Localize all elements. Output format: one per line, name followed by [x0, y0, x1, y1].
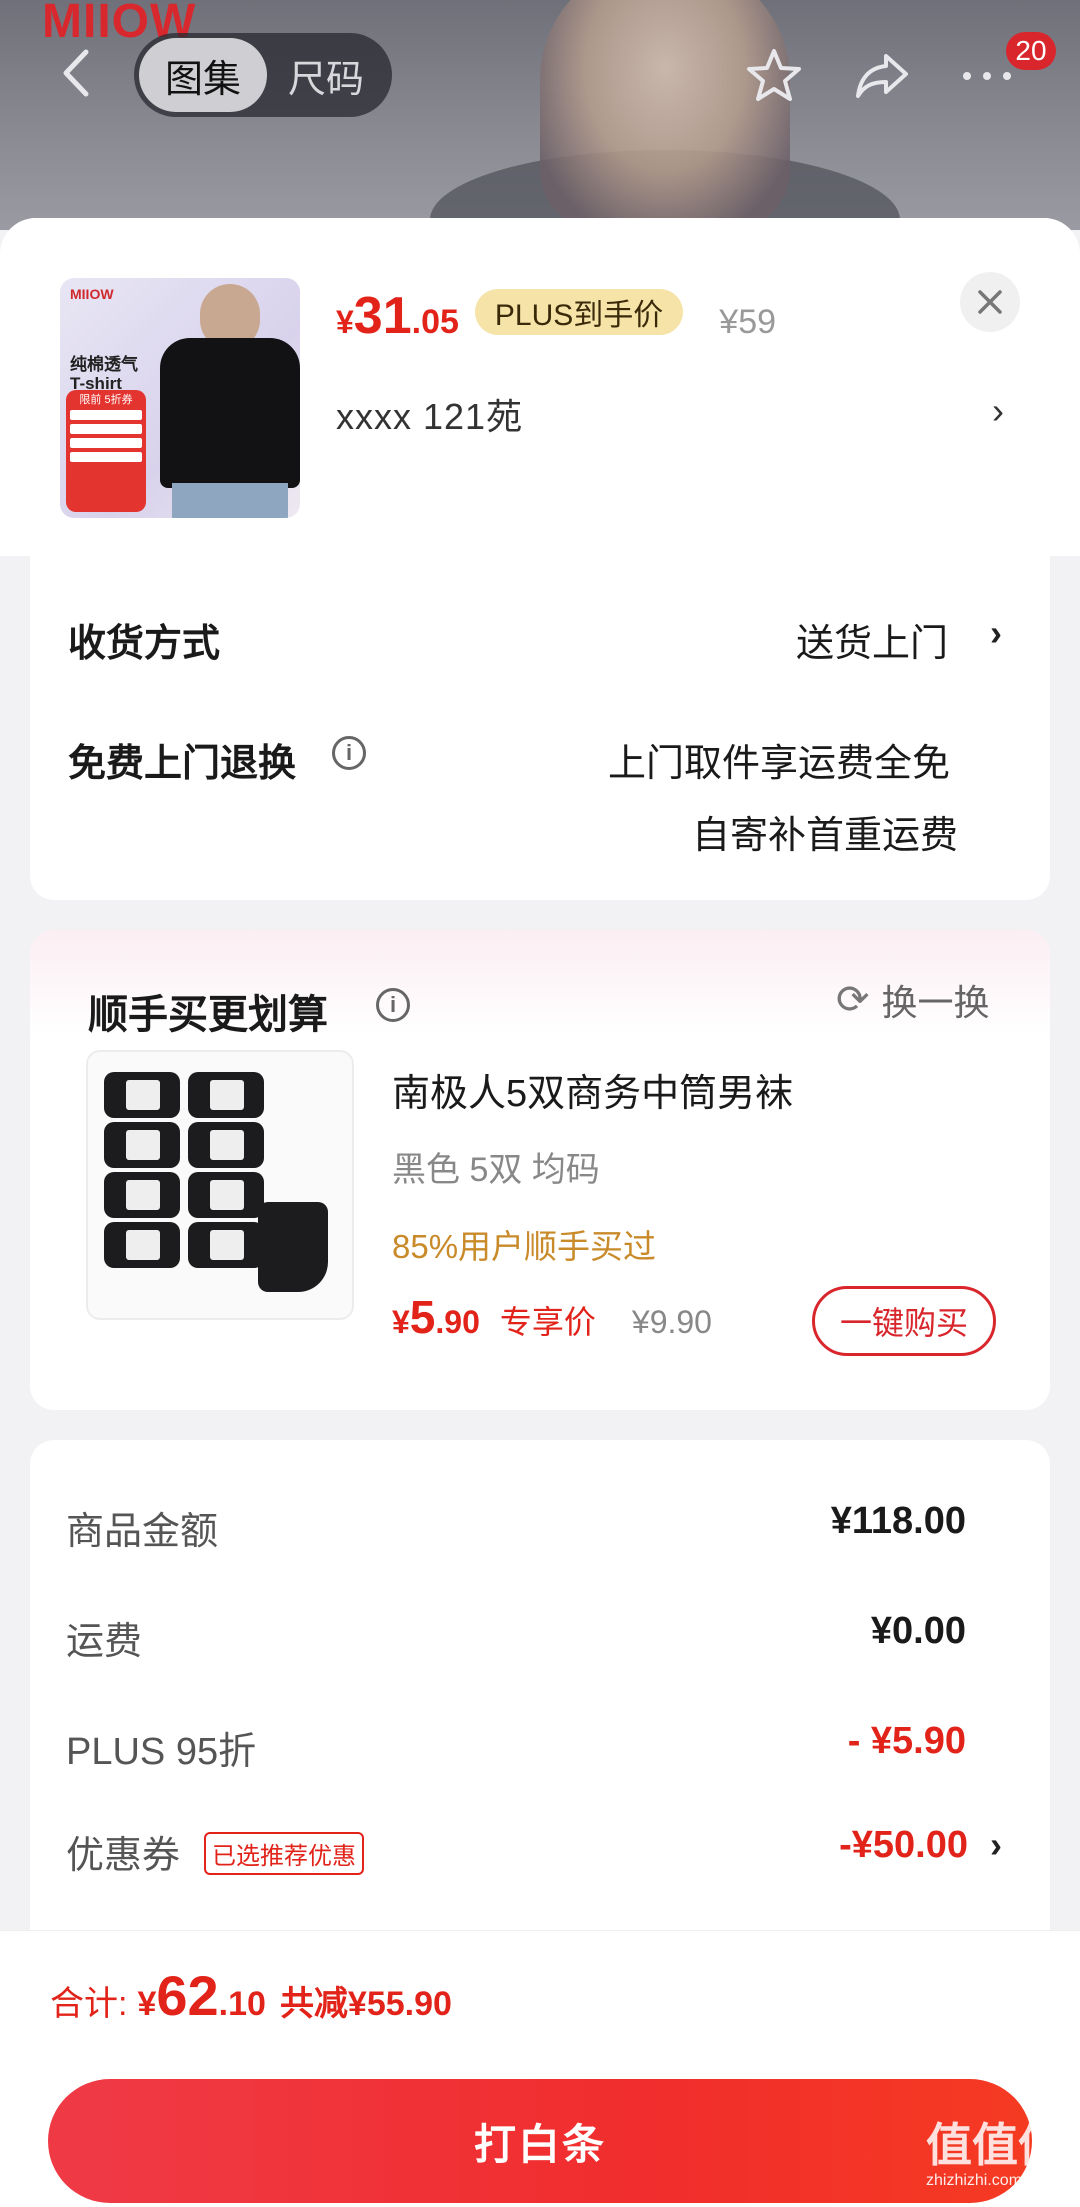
addon-title: 顺手买更划算	[88, 993, 328, 1037]
tab-gallery[interactable]: 图集	[139, 38, 267, 112]
addon-thumbnail[interactable]	[86, 1050, 354, 1320]
product-price: ¥31.05	[336, 286, 459, 346]
summary-value-subtotal: ¥118.00	[830, 1500, 966, 1542]
price-integer: 31	[353, 287, 412, 345]
thumb-promo-line	[70, 452, 142, 462]
thumb-promo-line	[70, 438, 142, 448]
thumb-brand-logo: MIIOW	[70, 286, 114, 302]
price-summary-card: 商品金额 ¥118.00 运费 ¥0.00 PLUS 95折 - ¥5.90 优…	[30, 1440, 1050, 1960]
delivery-card: 收货方式 送货上门 › 免费上门退换 i 上门取件享运费全免 自寄补首重运费	[30, 556, 1050, 900]
favorite-button[interactable]	[742, 44, 806, 108]
addon-price-integer: 5	[409, 1291, 436, 1343]
total-row: 合计: ¥62.10 共减¥55.90	[50, 1963, 452, 2028]
product-summary: MIIOW 纯棉透气 T-shirt 限前 5折券 ¥31.05 PLUS到手价…	[0, 218, 1080, 556]
delivery-method-value[interactable]: 送货上门	[796, 612, 948, 667]
model-photo	[540, 0, 790, 230]
addon-product-name[interactable]: 南极人5双商务中筒男袜	[392, 1062, 793, 1117]
back-button[interactable]	[50, 48, 100, 98]
pay-button[interactable]: 打白条	[48, 2079, 1032, 2203]
thumb-promo-line	[70, 410, 142, 420]
product-gallery-header: MIIOW 图集 尺码 20	[0, 0, 1080, 230]
plus-price-tag: PLUS到手价	[474, 289, 684, 335]
total-label: 合计:	[50, 1985, 128, 2023]
share-button[interactable]	[850, 44, 914, 108]
addon-recommendation-card: 顺手买更划算 i ⟳ 换一换 南极人5双商务中筒男袜 黑色 5双 均码 85%用…	[30, 930, 1050, 1410]
price-decimal: .05	[411, 303, 459, 341]
more-icon	[963, 72, 1011, 80]
summary-value-shipping: ¥0.00	[870, 1610, 966, 1652]
coupon-applied-tag: 已选推荐优惠	[204, 1832, 364, 1875]
sock-image	[258, 1202, 328, 1292]
summary-label-plus-discount: PLUS 95折	[66, 1731, 257, 1773]
summary-value-plus-discount: - ¥5.90	[847, 1720, 966, 1762]
addon-price-row: ¥5.90 专享价 ¥9.90	[392, 1290, 712, 1344]
original-price: ¥59	[719, 303, 777, 341]
chevron-right-icon[interactable]: ›	[990, 612, 1002, 654]
checkout-sheet: MIIOW 纯棉透气 T-shirt 限前 5折券 ¥31.05 PLUS到手价…	[0, 218, 1080, 2207]
back-arrow-icon	[63, 49, 89, 97]
summary-label-shipping: 运费	[66, 1621, 143, 1663]
checkout-bottom-bar: 合计: ¥62.10 共减¥55.90 打白条	[0, 1930, 1080, 2207]
product-thumbnail[interactable]: MIIOW 纯棉透气 T-shirt 限前 5折券	[60, 278, 300, 518]
thumb-promo-line	[70, 424, 142, 434]
spec-chevron-icon[interactable]: ›	[992, 390, 1004, 432]
total-integer: 62	[156, 1964, 219, 2027]
sock-image	[104, 1122, 180, 1168]
gallery-size-tabs: 图集 尺码	[134, 33, 392, 117]
addon-product-spec: 黑色 5双 均码	[392, 1151, 600, 1189]
sock-image	[104, 1172, 180, 1218]
sock-image	[188, 1072, 264, 1118]
addon-original-price: ¥9.90	[631, 1304, 712, 1340]
addon-social-proof: 85%用户顺手买过	[392, 1228, 657, 1265]
product-price-row: ¥31.05 PLUS到手价 ¥59	[336, 286, 776, 356]
total-decimal: .10	[218, 1985, 266, 2023]
one-click-buy-button[interactable]: 一键购买	[812, 1286, 996, 1356]
total-currency: ¥	[137, 1985, 157, 2023]
free-return-line-1: 上门取件享运费全免	[608, 743, 951, 785]
thumb-jeans	[172, 483, 288, 518]
info-icon[interactable]: i	[376, 988, 410, 1022]
cart-count-badge: 20	[1006, 32, 1056, 70]
watermark-text: 值值值	[926, 2119, 1064, 2171]
swap-label: 换一换	[881, 982, 990, 1023]
addon-price-label: 专享价	[499, 1304, 596, 1340]
share-icon	[856, 54, 908, 98]
site-watermark: 值值值 zhizhizhi.com	[926, 2118, 1076, 2206]
tab-size[interactable]: 尺码	[267, 38, 385, 112]
delivery-method-label: 收货方式	[68, 623, 221, 665]
free-return-line-2: 自寄补首重运费	[692, 815, 959, 857]
summary-label-coupon: 优惠券	[66, 1835, 181, 1877]
refresh-icon: ⟳	[836, 978, 870, 1022]
selected-spec[interactable]: xxxx 121苑	[336, 388, 523, 440]
chevron-right-icon[interactable]: ›	[990, 1824, 1002, 1866]
thumb-promo-title: 限前 5折券	[79, 394, 133, 406]
close-icon	[978, 290, 1002, 314]
sock-image	[104, 1072, 180, 1118]
swap-button[interactable]: ⟳ 换一换	[836, 974, 990, 1026]
thumb-promo-card: 限前 5折券	[66, 390, 146, 512]
summary-value-coupon[interactable]: -¥50.00	[839, 1824, 968, 1867]
sock-image	[188, 1122, 264, 1168]
price-currency: ¥	[336, 304, 354, 340]
thumb-tshirt	[160, 338, 300, 488]
thumb-caption-1: 纯棉透气	[70, 355, 138, 374]
watermark-url: zhizhizhi.com	[926, 2172, 1023, 2189]
free-return-label: 免费上门退换	[68, 743, 297, 785]
sock-image	[104, 1222, 180, 1268]
info-icon[interactable]: i	[332, 736, 366, 770]
addon-price-currency: ¥	[392, 1304, 410, 1340]
summary-label-subtotal: 商品金额	[66, 1511, 219, 1553]
addon-price-decimal: .90	[435, 1304, 480, 1340]
close-button[interactable]	[960, 272, 1020, 332]
sock-image	[188, 1222, 264, 1268]
star-icon	[747, 49, 801, 101]
sock-image	[188, 1172, 264, 1218]
total-saved: 共减¥55.90	[279, 1985, 452, 2023]
